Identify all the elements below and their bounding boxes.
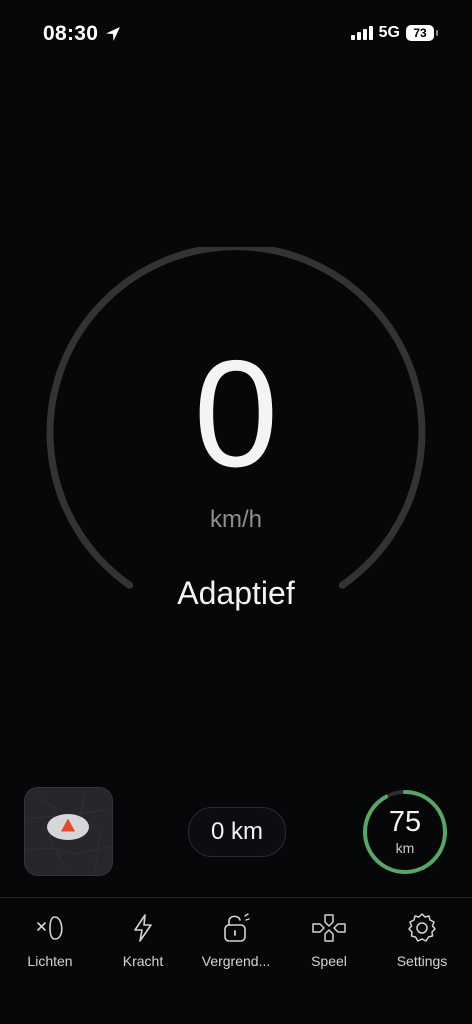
range-unit: km	[395, 840, 415, 856]
nav-item-vergrendel[interactable]: Vergrend...	[191, 912, 281, 969]
status-bar-time: 08:30	[43, 22, 122, 46]
ride-mode-label[interactable]: Adaptief	[0, 575, 472, 612]
nav-item-kracht[interactable]: Kracht	[98, 912, 188, 969]
bottom-nav: Lichten Kracht Vergrend... Speel Setting…	[0, 898, 472, 1024]
gear-icon	[408, 913, 436, 942]
light-icon	[37, 916, 63, 940]
lightning-icon	[134, 914, 152, 942]
status-bar-indicators: 5G 73	[350, 24, 438, 42]
trip-distance: 0 km	[210, 818, 263, 845]
nav-item-lichten[interactable]: Lichten	[5, 912, 95, 969]
nav-label-vergrendel: Vergrend...	[201, 953, 271, 969]
map-button[interactable]	[24, 787, 113, 876]
nav-item-speel[interactable]: Speel	[284, 912, 374, 969]
nav-label-kracht: Kracht	[122, 953, 164, 969]
nav-label-settings: Settings	[396, 953, 448, 969]
nav-item-settings[interactable]: Settings	[377, 912, 467, 969]
battery-level: 73	[413, 26, 427, 40]
nav-label-lichten: Lichten	[27, 953, 73, 969]
speed-unit: km/h	[209, 506, 262, 533]
lock-icon	[224, 913, 250, 942]
range-value: 75	[388, 806, 422, 838]
battery-icon: 73	[406, 25, 438, 41]
signal-bars-icon	[350, 26, 373, 40]
gamepad-icon	[312, 914, 346, 942]
network-type: 5G	[378, 24, 400, 41]
trip-distance-pill[interactable]: 0 km	[188, 807, 286, 857]
speed-value: 0	[193, 329, 279, 499]
clock: 08:30	[43, 22, 99, 45]
nav-label-speel: Speel	[311, 953, 347, 969]
location-arrow-icon	[106, 27, 121, 41]
map-icon	[25, 792, 112, 874]
